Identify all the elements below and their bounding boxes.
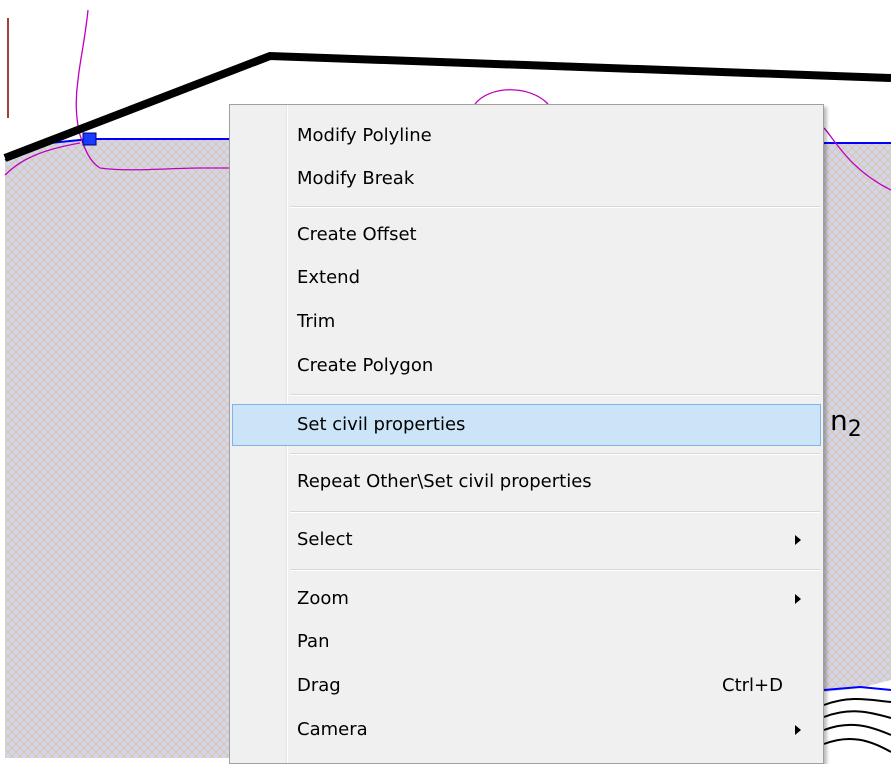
menu-item-drag[interactable]: Drag Ctrl+D	[232, 667, 821, 705]
submenu-arrow-icon	[795, 594, 801, 604]
contour-line-black	[823, 697, 891, 706]
menu-item-modify-break[interactable]: Modify Break	[232, 160, 821, 198]
menu-item-label: Select	[297, 529, 353, 550]
menu-item-select[interactable]: Select	[232, 521, 821, 559]
menu-separator	[290, 511, 820, 513]
menu-separator	[290, 569, 820, 571]
grip-handle[interactable]	[82, 132, 97, 146]
menu-item-label: Zoom	[297, 588, 349, 609]
menu-item-label: Pan	[297, 631, 330, 652]
contour-line	[474, 89, 549, 105]
menu-item-trim[interactable]: Trim	[232, 303, 821, 341]
menu-item-create-polygon[interactable]: Create Polygon	[232, 347, 821, 385]
menu-item-label: Set civil properties	[297, 414, 466, 435]
menu-separator	[290, 206, 820, 208]
menu-item-set-civil-properties[interactable]: Set civil properties	[232, 404, 821, 446]
submenu-arrow-icon	[795, 535, 801, 545]
menu-item-label: Drag	[297, 675, 341, 696]
menu-separator	[290, 394, 820, 396]
contour-line-black	[823, 710, 891, 719]
menu-item-modify-polyline[interactable]: Modify Polyline	[232, 117, 821, 155]
hatched-polygon	[5, 140, 230, 758]
submenu-arrow-icon	[795, 725, 801, 735]
menu-item-zoom[interactable]: Zoom	[232, 580, 821, 618]
menu-item-create-offset[interactable]: Create Offset	[232, 216, 821, 254]
menu-separator	[290, 453, 820, 455]
menu-item-shortcut: Ctrl+D	[722, 675, 783, 696]
node-label: n2	[830, 404, 862, 442]
contour-line-black	[823, 737, 891, 753]
menu-item-repeat-set-civil-properties[interactable]: Repeat Other\Set civil properties	[232, 463, 821, 501]
menu-item-label: Create Offset	[297, 224, 417, 245]
menu-item-label: Create Polygon	[297, 355, 434, 376]
menu-item-pan[interactable]: Pan	[232, 623, 821, 661]
menu-item-camera[interactable]: Camera	[232, 711, 821, 749]
menu-item-label: Trim	[297, 311, 336, 332]
menu-item-label: Camera	[297, 719, 368, 740]
menu-item-label: Modify Break	[297, 168, 415, 189]
menu-item-label: Modify Polyline	[297, 125, 432, 146]
menu-item-label: Repeat Other\Set civil properties	[297, 471, 592, 492]
contour-line-black	[823, 723, 891, 736]
context-menu: Modify Polyline Modify Break Create Offs…	[229, 104, 824, 764]
node-label-main: n	[830, 404, 848, 437]
node-label-subscript: 2	[847, 417, 862, 442]
menu-item-label: Extend	[297, 267, 360, 288]
menu-item-extend[interactable]: Extend	[232, 259, 821, 297]
